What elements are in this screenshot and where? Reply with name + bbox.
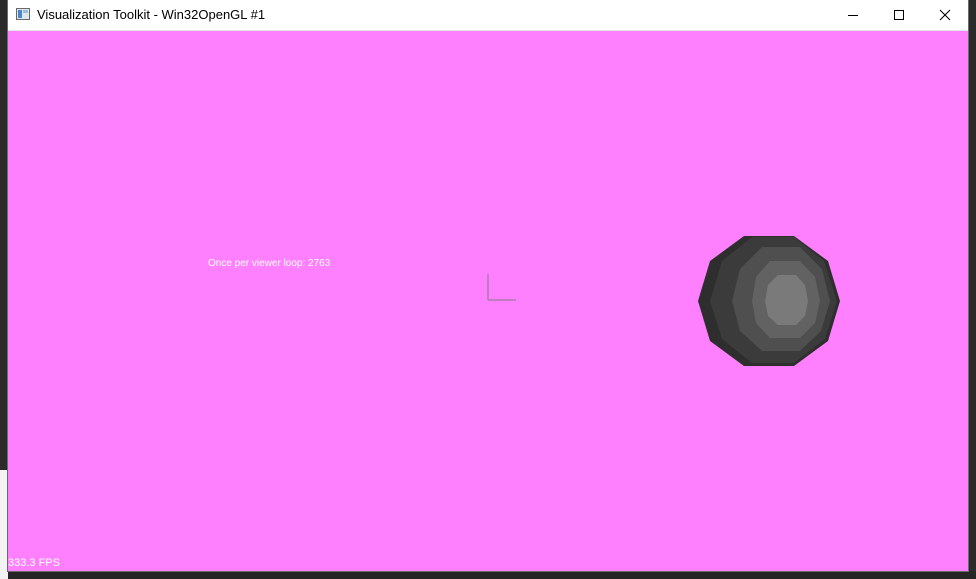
viewer-loop-text: Once per viewer loop: 2763 xyxy=(208,258,331,269)
minimize-icon xyxy=(848,15,858,16)
render-viewport[interactable]: Once per viewer loop: 2763 333.3 FPS xyxy=(8,31,968,571)
maximize-icon xyxy=(894,10,904,20)
background-bottom-strip xyxy=(0,571,976,579)
vtk-window: Visualization Toolkit - Win32OpenGL #1 O… xyxy=(8,0,968,571)
app-icon xyxy=(16,8,30,20)
background-left-panel xyxy=(0,470,8,579)
title-bar[interactable]: Visualization Toolkit - Win32OpenGL #1 xyxy=(8,0,968,31)
fps-counter: 333.3 FPS xyxy=(8,557,60,569)
sphere-icon[interactable] xyxy=(696,233,842,369)
maximize-button[interactable] xyxy=(876,0,922,30)
close-icon xyxy=(939,9,951,21)
background-right-strip xyxy=(968,0,976,579)
window-title: Visualization Toolkit - Win32OpenGL #1 xyxy=(37,7,266,22)
axes-icon xyxy=(487,274,516,301)
minimize-button[interactable] xyxy=(830,0,876,30)
close-button[interactable] xyxy=(922,0,968,30)
